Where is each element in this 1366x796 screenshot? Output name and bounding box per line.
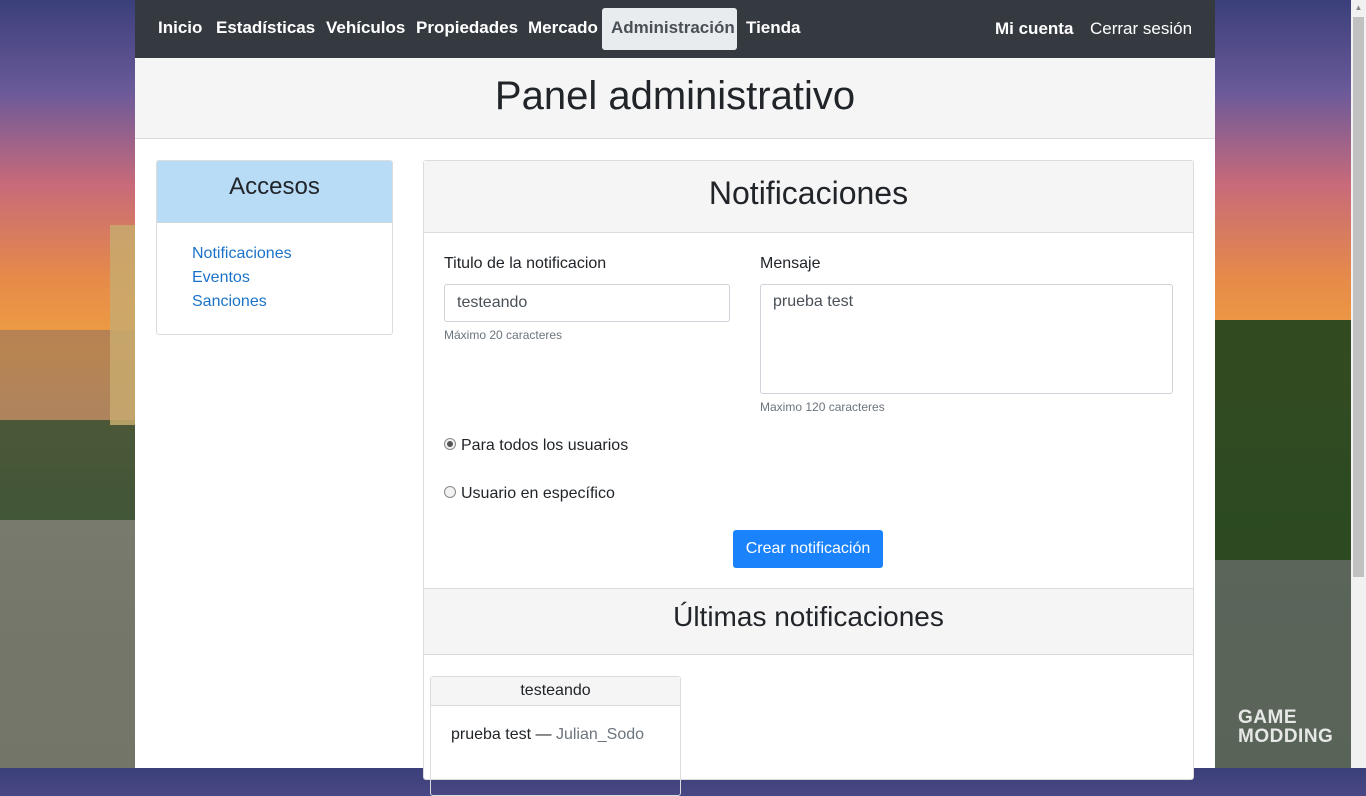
watermark-line1: GAME <box>1238 707 1297 728</box>
nav-tienda[interactable]: Tienda <box>737 8 809 50</box>
nav-vehiculos[interactable]: Vehículos <box>317 8 414 50</box>
sidebar-link-sanciones[interactable]: Sanciones <box>192 292 267 312</box>
sidebar-card: Accesos Notificaciones Eventos Sanciones <box>156 160 393 335</box>
notification-item-message: prueba test <box>451 726 532 743</box>
message-textarea[interactable]: prueba test <box>760 284 1173 394</box>
notification-item-author: Julian_Sodo <box>555 726 645 743</box>
nav-propiedades[interactable]: Propiedades <box>407 8 527 50</box>
page-title: Panel administrativo <box>494 74 856 118</box>
message-help-text: Maximo 120 caracteres <box>760 400 885 414</box>
latest-notifications-header: Últimas notificaciones <box>424 589 1193 655</box>
message-field-label: Mensaje <box>760 255 821 272</box>
page-scrollbar[interactable]: ▲ <box>1351 0 1366 768</box>
title-input[interactable] <box>444 284 730 322</box>
notification-item-title: testeando <box>431 677 680 706</box>
radio-all-users-label: Para todos los usuarios <box>461 437 629 454</box>
nav-estadisticas[interactable]: Estadísticas <box>207 8 324 50</box>
radio-unchecked-icon[interactable] <box>444 485 456 498</box>
create-notification-button[interactable]: Crear notificación <box>733 530 883 568</box>
scroll-thumb[interactable] <box>1353 17 1364 577</box>
background-right <box>1215 0 1351 768</box>
nav-mercado[interactable]: Mercado <box>519 8 607 50</box>
radio-all-users[interactable]: Para todos los usuarios <box>444 436 628 456</box>
radio-specific-user[interactable]: Usuario en específico <box>444 484 615 504</box>
nav-my-account[interactable]: Mi cuenta <box>995 8 1073 50</box>
watermark-line2: MODDING <box>1238 726 1334 747</box>
sidebar-link-notificaciones[interactable]: Notificaciones <box>192 244 292 264</box>
notification-item-separator: — <box>535 726 552 743</box>
nav-inicio[interactable]: Inicio <box>149 8 211 50</box>
title-field-label: Titulo de la notificacion <box>444 255 607 272</box>
latest-notifications-card: Últimas notificaciones testeando prueba … <box>424 588 1193 796</box>
title-help-text: Máximo 20 caracteres <box>444 328 563 342</box>
top-navbar: Inicio Estadísticas Vehículos Propiedade… <box>135 0 1215 58</box>
watermark-logo: GAME MODDING <box>1238 708 1333 746</box>
notification-item-body: prueba test — Julian_Sodo <box>451 725 644 745</box>
scroll-up-arrow-icon[interactable]: ▲ <box>1351 0 1366 15</box>
notifications-header: Notificaciones <box>424 161 1193 233</box>
nav-administracion[interactable]: Administración <box>602 8 737 50</box>
page-container: Panel administrativo Accesos Notificacio… <box>135 58 1215 796</box>
sidebar-link-eventos[interactable]: Eventos <box>192 268 250 288</box>
sidebar-title: Accesos <box>157 161 392 223</box>
notifications-card: Notificaciones Titulo de la notificacion… <box>423 160 1194 796</box>
nav-logout[interactable]: Cerrar sesión <box>1090 8 1192 50</box>
page-header: Panel administrativo <box>135 58 1215 139</box>
notification-item: testeando prueba test — Julian_Sodo <box>430 676 681 796</box>
radio-specific-user-label: Usuario en específico <box>461 485 615 502</box>
radio-checked-icon[interactable] <box>444 437 456 450</box>
background-left <box>0 0 135 768</box>
